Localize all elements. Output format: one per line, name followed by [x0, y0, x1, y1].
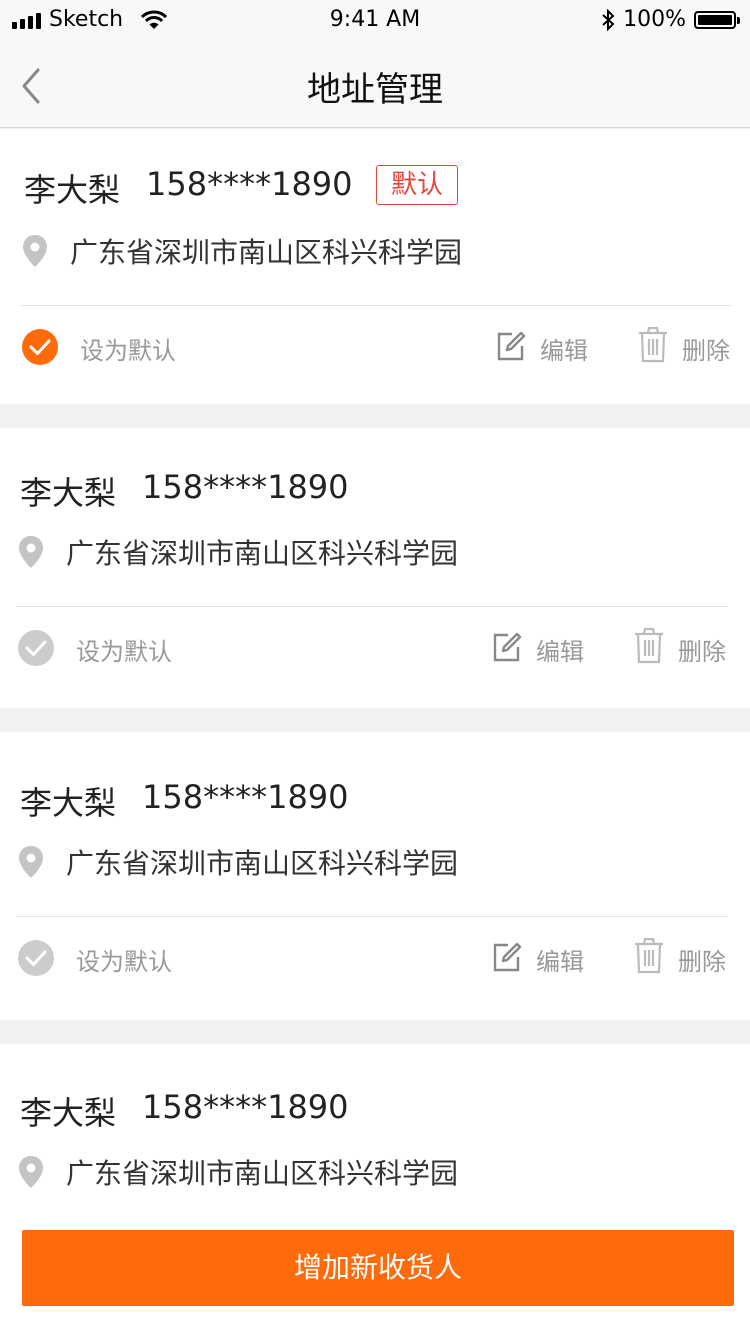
card-actions: 设为默认 编辑 删除: [18, 938, 728, 980]
edit-icon[interactable]: [492, 941, 522, 973]
unchecked-circle-icon[interactable]: [18, 630, 54, 666]
divider: [20, 305, 732, 306]
nav-bar: 地址管理: [0, 40, 750, 128]
trash-icon[interactable]: [634, 938, 664, 974]
address-card[interactable]: 李大梨 158****1890 广东省深圳市南山区科兴科学园 设为默认 编辑 删…: [0, 732, 750, 1020]
address-text: 广东省深圳市南山区科兴科学园: [66, 1157, 459, 1190]
address-text: 广东省深圳市南山区科兴科学园: [70, 236, 463, 269]
divider: [16, 916, 728, 917]
card-actions: 设为默认 编辑 删除: [22, 327, 732, 369]
location-pin-icon: [23, 235, 47, 267]
address-text: 广东省深圳市南山区科兴科学园: [66, 847, 459, 880]
set-default-label[interactable]: 设为默认: [76, 632, 172, 667]
battery-icon: [694, 10, 740, 29]
address-text: 广东省深圳市南山区科兴科学园: [66, 537, 459, 570]
address-row: 广东省深圳市南山区科兴科学园: [18, 1152, 458, 1192]
contact-name: 李大梨: [24, 171, 121, 209]
trash-icon[interactable]: [634, 628, 664, 664]
address-card[interactable]: 李大梨 158****1890 广东省深圳市南山区科兴科学园 设为默认 编辑 删…: [0, 428, 750, 708]
location-pin-icon: [19, 536, 43, 568]
contact-name: 李大梨: [20, 1094, 117, 1132]
trash-icon[interactable]: [638, 327, 668, 363]
set-default-label[interactable]: 设为默认: [80, 331, 176, 366]
contact-phone: 158****1890: [142, 778, 349, 816]
address-row: 广东省深圳市南山区科兴科学园: [18, 532, 458, 572]
address-card[interactable]: 李大梨 158****1890 默认 广东省深圳市南山区科兴科学园 设为默认 编…: [0, 129, 750, 404]
delete-button[interactable]: 删除: [682, 331, 730, 366]
set-default-label[interactable]: 设为默认: [76, 942, 172, 977]
edit-icon[interactable]: [492, 631, 522, 663]
edit-icon[interactable]: [496, 330, 526, 362]
edit-button[interactable]: 编辑: [536, 632, 584, 667]
edit-button[interactable]: 编辑: [536, 942, 584, 977]
delete-button[interactable]: 删除: [678, 942, 726, 977]
bluetooth-icon: [602, 8, 615, 31]
edit-button[interactable]: 编辑: [540, 331, 588, 366]
card-actions: 设为默认 编辑 删除: [18, 628, 728, 670]
default-badge: 默认: [376, 165, 459, 205]
divider: [16, 606, 728, 607]
location-pin-icon: [19, 1156, 43, 1188]
contact-name: 李大梨: [20, 474, 117, 512]
checked-circle-icon[interactable]: [22, 329, 58, 365]
location-pin-icon: [19, 846, 43, 878]
delete-button[interactable]: 删除: [678, 632, 726, 667]
contact-phone: 158****1890: [142, 468, 349, 506]
address-row: 广东省深圳市南山区科兴科学园: [22, 231, 462, 271]
contact-phone: 158****1890: [146, 165, 353, 203]
page-title: 地址管理: [307, 70, 443, 110]
battery-percent: 100%: [623, 7, 686, 32]
contact-phone: 158****1890: [142, 1088, 349, 1126]
address-row: 广东省深圳市南山区科兴科学园: [18, 842, 458, 882]
unchecked-circle-icon[interactable]: [18, 940, 54, 976]
battery-fill: [698, 14, 732, 25]
contact-name: 李大梨: [20, 784, 117, 822]
status-right: 100%: [601, 7, 740, 32]
add-receiver-button[interactable]: 增加新收货人: [22, 1230, 734, 1306]
status-bar: Sketch 9:41 AM 100%: [0, 0, 750, 40]
